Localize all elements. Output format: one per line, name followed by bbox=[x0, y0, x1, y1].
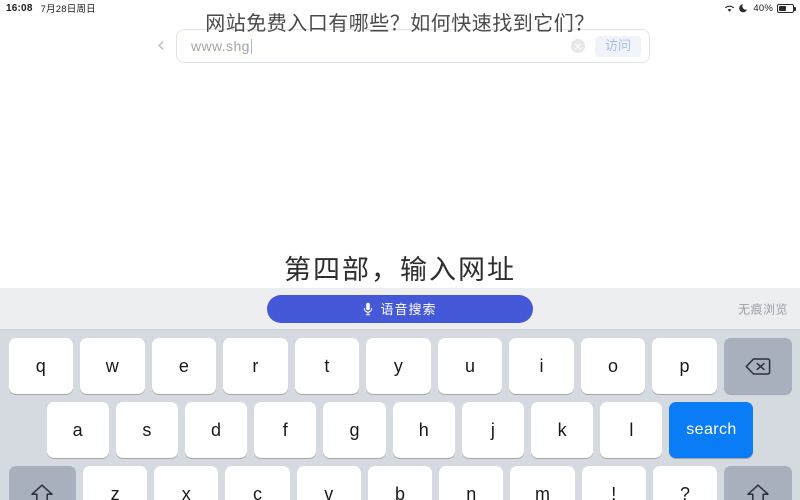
key-n[interactable]: n bbox=[439, 466, 504, 500]
chevron-left-icon[interactable]: ‹ bbox=[150, 35, 172, 57]
incognito-button[interactable]: 无痕浏览 bbox=[738, 300, 788, 317]
key-e[interactable]: e bbox=[151, 338, 217, 394]
key-a[interactable]: a bbox=[46, 402, 109, 458]
microphone-icon bbox=[363, 302, 373, 316]
battery-fill bbox=[779, 5, 786, 11]
url-input[interactable]: www.shg bbox=[191, 38, 571, 54]
text-caret bbox=[250, 39, 253, 54]
key-k[interactable]: k bbox=[531, 402, 594, 458]
address-bar[interactable]: www.shg 访问 bbox=[176, 29, 650, 63]
clear-circle-icon[interactable] bbox=[570, 39, 585, 53]
key-g[interactable]: g bbox=[323, 402, 386, 458]
url-input-value: www.shg bbox=[191, 38, 250, 54]
keyboard-row-2: a s d f g h j k l search bbox=[5, 402, 795, 458]
key-s[interactable]: s bbox=[115, 402, 178, 458]
key-q[interactable]: q bbox=[8, 338, 74, 394]
keyboard-rows: q w e r t y u i o p a s d f g h j k l se… bbox=[0, 330, 800, 500]
key-x[interactable]: x bbox=[154, 466, 219, 500]
key-m[interactable]: m bbox=[510, 466, 575, 500]
key-f[interactable]: f bbox=[254, 402, 317, 458]
key-z[interactable]: z bbox=[82, 466, 148, 500]
status-date: 7月28日周日 bbox=[40, 4, 96, 15]
key-w[interactable]: w bbox=[80, 338, 145, 394]
key-question[interactable]: ? bbox=[652, 466, 718, 500]
search-key[interactable]: search bbox=[669, 402, 754, 458]
status-bar-right: 40% bbox=[724, 2, 796, 14]
keyboard-row-3: z x c v b n m ! ? bbox=[5, 466, 795, 500]
key-r[interactable]: r bbox=[223, 338, 288, 394]
key-b[interactable]: b bbox=[367, 466, 433, 500]
key-h[interactable]: h bbox=[392, 402, 455, 458]
battery-icon bbox=[777, 3, 796, 13]
backspace-icon[interactable] bbox=[723, 338, 792, 394]
voice-search-button[interactable]: 语音搜索 bbox=[267, 294, 533, 323]
phone-screen: 16:08 7月28日周日 40% 网站免费入口有哪些？如何快速找到它们？ ‹ … bbox=[0, 0, 800, 500]
key-u[interactable]: u bbox=[437, 338, 503, 394]
key-t[interactable]: t bbox=[294, 338, 360, 394]
battery-percent: 40% bbox=[753, 2, 773, 14]
virtual-keyboard: 语音搜索 无痕浏览 q w e r t y u i o p a s d f g … bbox=[0, 288, 800, 500]
key-v[interactable]: v bbox=[296, 466, 361, 500]
key-o[interactable]: o bbox=[580, 338, 646, 394]
browser-address-row: ‹ www.shg 访问 bbox=[150, 26, 650, 66]
key-c[interactable]: c bbox=[225, 466, 290, 500]
key-i[interactable]: i bbox=[509, 338, 574, 394]
voice-search-label: 语音搜索 bbox=[380, 303, 437, 318]
shift-right-icon[interactable] bbox=[724, 466, 792, 500]
keyboard-row-1: q w e r t y u i o p bbox=[5, 338, 795, 394]
shift-icon[interactable] bbox=[8, 466, 76, 500]
key-j[interactable]: j bbox=[461, 402, 525, 458]
key-y[interactable]: y bbox=[366, 338, 431, 394]
key-p[interactable]: p bbox=[652, 338, 717, 394]
step-caption: 第四部，输入网址 bbox=[284, 255, 516, 286]
key-l[interactable]: l bbox=[600, 402, 663, 458]
keyboard-toolbar: 语音搜索 无痕浏览 bbox=[0, 288, 800, 330]
status-bar-left: 16:08 7月28日周日 bbox=[6, 1, 96, 16]
moon-icon bbox=[739, 3, 749, 13]
status-bar: 16:08 7月28日周日 40% bbox=[0, 0, 800, 16]
key-exclamation[interactable]: ! bbox=[581, 466, 646, 500]
key-d[interactable]: d bbox=[184, 402, 248, 458]
status-time: 16:08 bbox=[6, 2, 33, 14]
wifi-icon bbox=[724, 4, 735, 13]
go-button[interactable]: 访问 bbox=[594, 35, 641, 57]
